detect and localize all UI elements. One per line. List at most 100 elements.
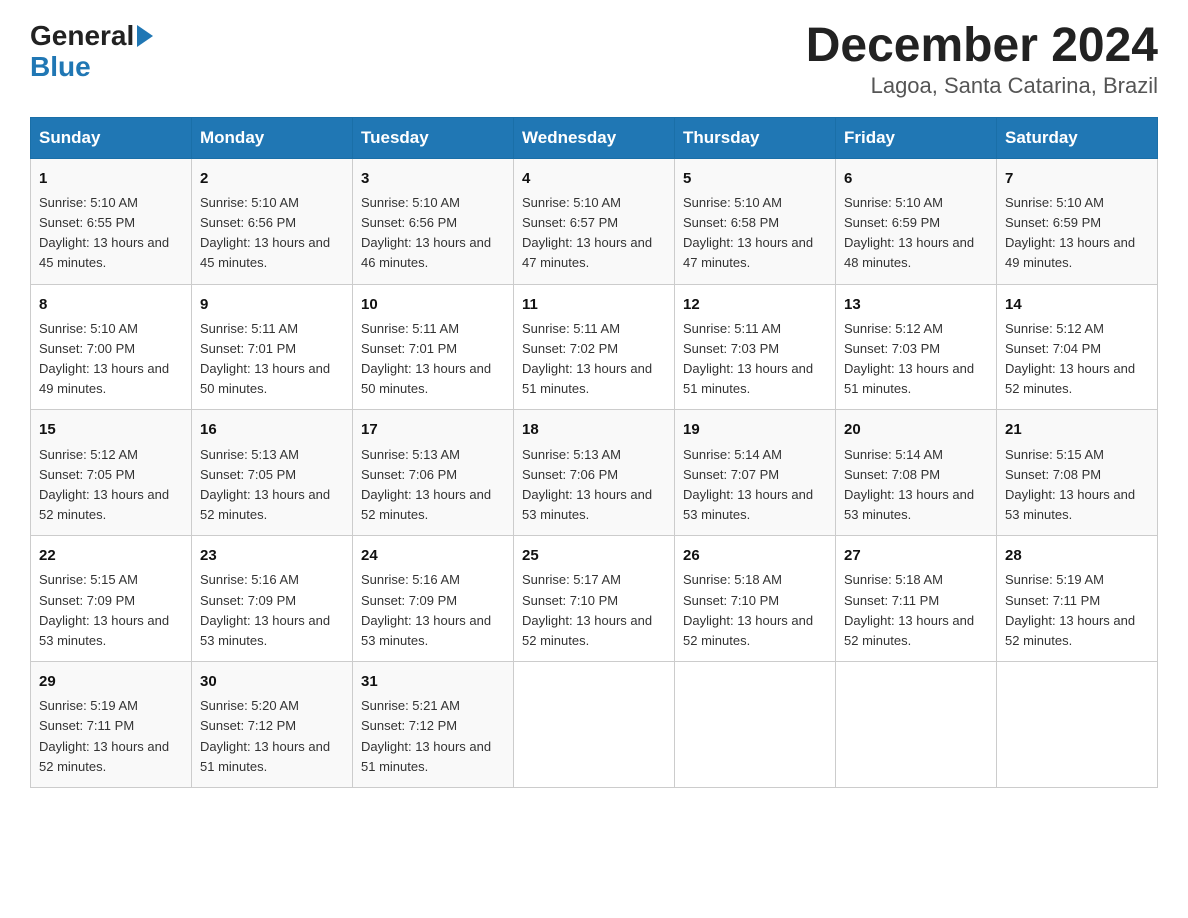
col-wednesday: Wednesday <box>514 117 675 158</box>
table-row <box>514 662 675 788</box>
day-number: 22 <box>39 544 183 567</box>
day-number: 23 <box>200 544 344 567</box>
day-number: 26 <box>683 544 827 567</box>
day-number: 29 <box>39 670 183 693</box>
table-row: 12 Sunrise: 5:11 AMSunset: 7:03 PMDayligh… <box>675 284 836 410</box>
day-number: 20 <box>844 418 988 441</box>
day-info: Sunrise: 5:10 AMSunset: 6:55 PMDaylight:… <box>39 195 169 270</box>
day-info: Sunrise: 5:14 AMSunset: 7:08 PMDaylight:… <box>844 447 974 522</box>
day-info: Sunrise: 5:14 AMSunset: 7:07 PMDaylight:… <box>683 447 813 522</box>
col-tuesday: Tuesday <box>353 117 514 158</box>
day-info: Sunrise: 5:12 AMSunset: 7:03 PMDaylight:… <box>844 321 974 396</box>
day-info: Sunrise: 5:16 AMSunset: 7:09 PMDaylight:… <box>361 572 491 647</box>
day-number: 2 <box>200 167 344 190</box>
page-subtitle: Lagoa, Santa Catarina, Brazil <box>806 73 1158 99</box>
day-number: 21 <box>1005 418 1149 441</box>
day-number: 30 <box>200 670 344 693</box>
day-number: 5 <box>683 167 827 190</box>
day-info: Sunrise: 5:21 AMSunset: 7:12 PMDaylight:… <box>361 698 491 773</box>
logo-blue: Blue <box>30 52 153 83</box>
day-info: Sunrise: 5:13 AMSunset: 7:06 PMDaylight:… <box>522 447 652 522</box>
day-info: Sunrise: 5:13 AMSunset: 7:06 PMDaylight:… <box>361 447 491 522</box>
day-number: 17 <box>361 418 505 441</box>
calendar-week-row: 1 Sunrise: 5:10 AMSunset: 6:55 PMDaylight… <box>31 158 1158 284</box>
day-info: Sunrise: 5:17 AMSunset: 7:10 PMDaylight:… <box>522 572 652 647</box>
day-info: Sunrise: 5:10 AMSunset: 6:59 PMDaylight:… <box>844 195 974 270</box>
table-row: 1 Sunrise: 5:10 AMSunset: 6:55 PMDaylight… <box>31 158 192 284</box>
day-info: Sunrise: 5:10 AMSunset: 6:56 PMDaylight:… <box>200 195 330 270</box>
day-info: Sunrise: 5:11 AMSunset: 7:03 PMDaylight:… <box>683 321 813 396</box>
table-row: 4 Sunrise: 5:10 AMSunset: 6:57 PMDaylight… <box>514 158 675 284</box>
day-info: Sunrise: 5:10 AMSunset: 6:57 PMDaylight:… <box>522 195 652 270</box>
day-number: 18 <box>522 418 666 441</box>
table-row: 11 Sunrise: 5:11 AMSunset: 7:02 PMDayligh… <box>514 284 675 410</box>
table-row: 30 Sunrise: 5:20 AMSunset: 7:12 PMDayligh… <box>192 662 353 788</box>
day-number: 1 <box>39 167 183 190</box>
day-number: 25 <box>522 544 666 567</box>
table-row: 19Sunrise: 5:14 AMSunset: 7:07 PMDayligh… <box>675 410 836 536</box>
table-row: 2 Sunrise: 5:10 AMSunset: 6:56 PMDaylight… <box>192 158 353 284</box>
day-info: Sunrise: 5:10 AMSunset: 6:58 PMDaylight:… <box>683 195 813 270</box>
logo-arrow-icon <box>137 25 153 47</box>
weekday-header-row: Sunday Monday Tuesday Wednesday Thursday… <box>31 117 1158 158</box>
day-number: 11 <box>522 293 666 316</box>
table-row: 29 Sunrise: 5:19 AMSunset: 7:11 PMDayligh… <box>31 662 192 788</box>
table-row: 18 Sunrise: 5:13 AMSunset: 7:06 PMDayligh… <box>514 410 675 536</box>
table-row: 24 Sunrise: 5:16 AMSunset: 7:09 PMDayligh… <box>353 536 514 662</box>
day-number: 3 <box>361 167 505 190</box>
day-info: Sunrise: 5:11 AMSunset: 7:01 PMDaylight:… <box>200 321 330 396</box>
day-info: Sunrise: 5:11 AMSunset: 7:01 PMDaylight:… <box>361 321 491 396</box>
day-number: 31 <box>361 670 505 693</box>
table-row: 8Sunrise: 5:10 AMSunset: 7:00 PMDaylight… <box>31 284 192 410</box>
table-row: 17 Sunrise: 5:13 AMSunset: 7:06 PMDayligh… <box>353 410 514 536</box>
table-row: 28 Sunrise: 5:19 AMSunset: 7:11 PMDayligh… <box>997 536 1158 662</box>
logo: General Blue <box>30 20 153 83</box>
day-number: 14 <box>1005 293 1149 316</box>
table-row: 23 Sunrise: 5:16 AMSunset: 7:09 PMDayligh… <box>192 536 353 662</box>
day-number: 12 <box>683 293 827 316</box>
day-info: Sunrise: 5:19 AMSunset: 7:11 PMDaylight:… <box>1005 572 1135 647</box>
day-info: Sunrise: 5:13 AMSunset: 7:05 PMDaylight:… <box>200 447 330 522</box>
day-number: 27 <box>844 544 988 567</box>
col-sunday: Sunday <box>31 117 192 158</box>
day-info: Sunrise: 5:10 AMSunset: 7:00 PMDaylight:… <box>39 321 169 396</box>
day-info: Sunrise: 5:11 AMSunset: 7:02 PMDaylight:… <box>522 321 652 396</box>
day-info: Sunrise: 5:20 AMSunset: 7:12 PMDaylight:… <box>200 698 330 773</box>
day-info: Sunrise: 5:15 AMSunset: 7:08 PMDaylight:… <box>1005 447 1135 522</box>
table-row: 22 Sunrise: 5:15 AMSunset: 7:09 PMDayligh… <box>31 536 192 662</box>
table-row: 21 Sunrise: 5:15 AMSunset: 7:08 PMDayligh… <box>997 410 1158 536</box>
calendar-week-row: 29 Sunrise: 5:19 AMSunset: 7:11 PMDayligh… <box>31 662 1158 788</box>
table-row: 25 Sunrise: 5:17 AMSunset: 7:10 PMDayligh… <box>514 536 675 662</box>
day-info: Sunrise: 5:12 AMSunset: 7:05 PMDaylight:… <box>39 447 169 522</box>
table-row: 26Sunrise: 5:18 AMSunset: 7:10 PMDayligh… <box>675 536 836 662</box>
day-info: Sunrise: 5:12 AMSunset: 7:04 PMDaylight:… <box>1005 321 1135 396</box>
day-number: 28 <box>1005 544 1149 567</box>
logo-general: General <box>30 20 134 52</box>
day-number: 13 <box>844 293 988 316</box>
table-row <box>836 662 997 788</box>
day-number: 15 <box>39 418 183 441</box>
table-row: 27 Sunrise: 5:18 AMSunset: 7:11 PMDayligh… <box>836 536 997 662</box>
table-row: 14 Sunrise: 5:12 AMSunset: 7:04 PMDayligh… <box>997 284 1158 410</box>
day-info: Sunrise: 5:10 AMSunset: 6:59 PMDaylight:… <box>1005 195 1135 270</box>
table-row: 16Sunrise: 5:13 AMSunset: 7:05 PMDayligh… <box>192 410 353 536</box>
day-info: Sunrise: 5:19 AMSunset: 7:11 PMDaylight:… <box>39 698 169 773</box>
table-row: 9Sunrise: 5:11 AMSunset: 7:01 PMDaylight… <box>192 284 353 410</box>
day-number: 24 <box>361 544 505 567</box>
day-number: 4 <box>522 167 666 190</box>
col-thursday: Thursday <box>675 117 836 158</box>
table-row: 10Sunrise: 5:11 AMSunset: 7:01 PMDayligh… <box>353 284 514 410</box>
page-header: General Blue December 2024 Lagoa, Santa … <box>30 20 1158 99</box>
table-row: 20 Sunrise: 5:14 AMSunset: 7:08 PMDayligh… <box>836 410 997 536</box>
col-friday: Friday <box>836 117 997 158</box>
day-info: Sunrise: 5:15 AMSunset: 7:09 PMDaylight:… <box>39 572 169 647</box>
table-row: 7Sunrise: 5:10 AMSunset: 6:59 PMDaylight… <box>997 158 1158 284</box>
day-info: Sunrise: 5:10 AMSunset: 6:56 PMDaylight:… <box>361 195 491 270</box>
calendar-week-row: 22 Sunrise: 5:15 AMSunset: 7:09 PMDayligh… <box>31 536 1158 662</box>
calendar-table: Sunday Monday Tuesday Wednesday Thursday… <box>30 117 1158 788</box>
day-info: Sunrise: 5:16 AMSunset: 7:09 PMDaylight:… <box>200 572 330 647</box>
title-block: December 2024 Lagoa, Santa Catarina, Bra… <box>806 20 1158 99</box>
day-info: Sunrise: 5:18 AMSunset: 7:11 PMDaylight:… <box>844 572 974 647</box>
page-title: December 2024 <box>806 20 1158 73</box>
col-saturday: Saturday <box>997 117 1158 158</box>
